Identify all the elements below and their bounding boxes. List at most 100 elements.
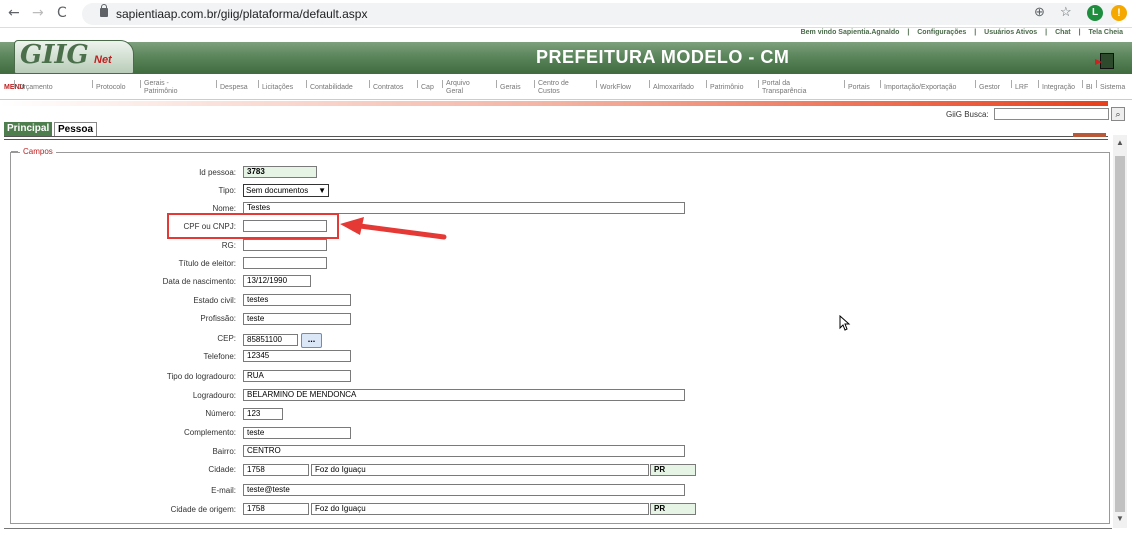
- menu-separator: [306, 80, 307, 88]
- legend-dash: [11, 151, 18, 152]
- url-text[interactable]: sapientiaap.com.br/giig/plataforma/defau…: [116, 7, 367, 21]
- menu-item[interactable]: BI: [1086, 84, 1093, 92]
- exit-icon[interactable]: [1095, 53, 1114, 69]
- accent-line: [0, 101, 1108, 106]
- data-nascimento-field[interactable]: 13/12/1990: [243, 275, 311, 287]
- menu-separator: [442, 80, 443, 88]
- tipo-logradouro-field[interactable]: RUA: [243, 370, 351, 382]
- menu-separator: [844, 80, 845, 88]
- tipo-select[interactable]: Sem documentos ▼: [243, 184, 329, 197]
- search-icon[interactable]: ⌕: [1111, 107, 1125, 121]
- scroll-down-icon[interactable]: ▼: [1116, 514, 1124, 523]
- menu-item[interactable]: Contratos: [373, 84, 403, 92]
- menu-separator: [1082, 80, 1083, 88]
- search-input[interactable]: [994, 108, 1109, 120]
- scroll-up-icon[interactable]: ▲: [1116, 138, 1124, 147]
- id-pessoa-label: Id pessoa:: [199, 168, 236, 177]
- divider: [4, 139, 1108, 140]
- cidade-uf-field: PR: [650, 464, 696, 476]
- warning-icon[interactable]: !: [1111, 5, 1127, 21]
- cep-label: CEP:: [217, 334, 236, 343]
- menu-item[interactable]: Arquivo Geral: [446, 80, 470, 96]
- menu-item[interactable]: Importação/Exportação: [884, 84, 956, 92]
- titulo-eleitor-field[interactable]: [243, 257, 327, 269]
- forward-icon[interactable]: →: [32, 5, 44, 21]
- menu-item[interactable]: LRF: [1015, 84, 1028, 92]
- menu-separator: [1038, 80, 1039, 88]
- id-pessoa-field: 3783: [243, 166, 317, 178]
- menu-item[interactable]: Cap: [421, 84, 434, 92]
- logradouro-label: Logradouro:: [192, 391, 236, 400]
- tab-pessoa[interactable]: Pessoa: [54, 122, 98, 136]
- menu-item[interactable]: Contabilidade: [310, 84, 353, 92]
- reload-icon[interactable]: C: [57, 5, 67, 21]
- separator: |: [974, 29, 977, 36]
- menu-item[interactable]: Portais: [848, 84, 870, 92]
- chat-link[interactable]: Chat: [1055, 29, 1071, 36]
- numero-field[interactable]: 123: [243, 408, 283, 420]
- bairro-label: Bairro:: [212, 447, 236, 456]
- configuracoes-link[interactable]: Configurações: [917, 29, 966, 36]
- lock-icon: [100, 4, 108, 17]
- menu-separator: [140, 80, 141, 88]
- tab-principal[interactable]: Principal: [4, 122, 53, 136]
- menu-item[interactable]: Portal da Transparência: [762, 80, 807, 96]
- zoom-icon[interactable]: ⊕: [1034, 4, 1045, 20]
- profissao-field[interactable]: teste: [243, 313, 351, 325]
- menu-separator: [649, 80, 650, 88]
- scrollbar-thumb[interactable]: [1115, 156, 1125, 512]
- rg-field[interactable]: [243, 239, 327, 251]
- star-icon[interactable]: ☆: [1060, 4, 1072, 20]
- tela-cheia-link[interactable]: Tela Cheia: [1089, 29, 1124, 36]
- usuarios-ativos-link[interactable]: Usuários Ativos: [984, 29, 1037, 36]
- menu-item[interactable]: Protocolo: [96, 84, 126, 92]
- estado-civil-field[interactable]: testes: [243, 294, 351, 306]
- menu-separator: [596, 80, 597, 88]
- telefone-field[interactable]: 12345: [243, 350, 351, 362]
- menu-separator: [369, 80, 370, 88]
- menu-item[interactable]: WorkFlow: [600, 84, 631, 92]
- logo-text: GIIG: [20, 40, 89, 70]
- menu-item[interactable]: Gerais - Patrimônio: [144, 80, 177, 96]
- highlight-box: [167, 213, 339, 239]
- menu-item[interactable]: Gerais: [500, 84, 521, 92]
- menu-item[interactable]: Licitações: [262, 84, 293, 92]
- menu-separator: [92, 80, 93, 88]
- cidade-origem-label: Cidade de origem:: [170, 505, 236, 514]
- back-icon[interactable]: ←: [8, 5, 20, 21]
- cidade-code-field[interactable]: 1758: [243, 464, 309, 476]
- complemento-field[interactable]: teste: [243, 427, 351, 439]
- cep-field[interactable]: 85851100: [243, 334, 298, 346]
- email-field[interactable]: teste@teste: [243, 484, 685, 496]
- menu-separator: [1011, 80, 1012, 88]
- menu-item[interactable]: Orçamento: [18, 84, 53, 92]
- menu-separator: [1096, 80, 1097, 88]
- cep-search-button[interactable]: ...: [301, 333, 322, 348]
- menu-item[interactable]: Gestor: [979, 84, 1000, 92]
- cidade-origem-code-field[interactable]: 1758: [243, 503, 309, 515]
- top-links-bar: Bem vindo Sapientia.Agnaldo | Configuraç…: [0, 28, 1132, 42]
- search-label: GiiG Busca:: [946, 110, 989, 119]
- welcome-text: Bem vindo Sapientia.Agnaldo: [800, 29, 900, 36]
- arrow-annotation: [340, 217, 447, 240]
- menu-separator: [14, 80, 15, 88]
- tipo-label: Tipo:: [218, 186, 237, 195]
- logradouro-field[interactable]: BELARMINO DE MENDONCA: [243, 389, 685, 401]
- menu-separator: [216, 80, 217, 88]
- cidade-origem-name-field[interactable]: Foz do Iguaçu: [311, 503, 649, 515]
- rg-label: RG:: [221, 241, 236, 250]
- menu-item[interactable]: Integração: [1042, 84, 1075, 92]
- bairro-field[interactable]: CENTRO: [243, 445, 685, 457]
- menu-item[interactable]: Despesa: [220, 84, 248, 92]
- cidade-name-field[interactable]: Foz do Iguaçu: [311, 464, 649, 476]
- menu-item[interactable]: Sistema: [1100, 84, 1125, 92]
- menu-item[interactable]: Patrimônio: [710, 84, 743, 92]
- separator: |: [1078, 29, 1081, 36]
- profile-avatar[interactable]: L: [1087, 5, 1103, 21]
- cidade-origem-uf-field: PR: [650, 503, 696, 515]
- menu-separator: [496, 80, 497, 88]
- menu-item[interactable]: Almoxarifado: [653, 84, 694, 92]
- menu-item[interactable]: Centro de Custos: [538, 80, 569, 96]
- menu-separator: [534, 80, 535, 88]
- profissao-label: Profissão:: [200, 314, 236, 323]
